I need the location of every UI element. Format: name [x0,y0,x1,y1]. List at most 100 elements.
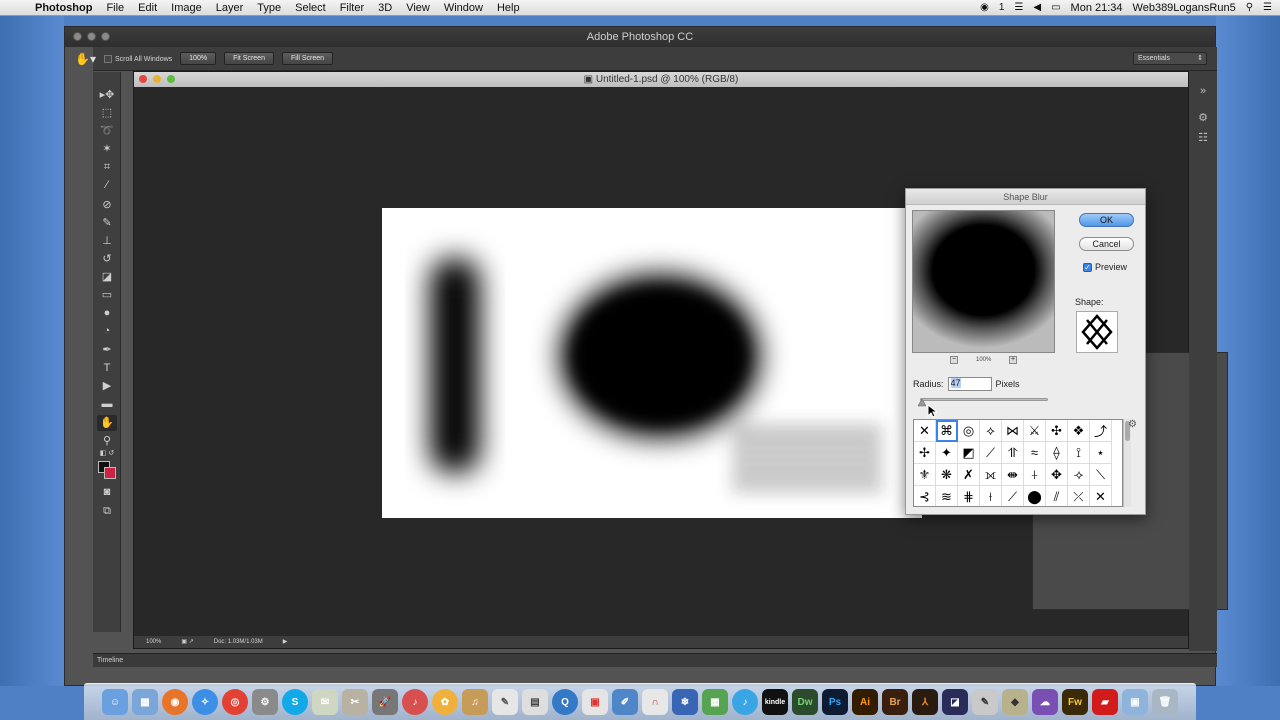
shape-option[interactable]: ⊰ [914,486,936,506]
ok-button[interactable]: OK [1079,213,1134,227]
dock-tools-icon[interactable]: ✂ [342,689,368,715]
dock-magnet-icon[interactable]: ∩ [642,689,668,715]
shape-option[interactable]: ⟢ [1068,464,1090,486]
battery-icon[interactable]: ▭ [1051,2,1060,13]
menu-image[interactable]: Image [164,2,209,14]
blur-tool-icon[interactable]: ● [97,305,117,321]
user-name[interactable]: Web389LogansRun5 [1133,2,1236,14]
menu-filter[interactable]: Filter [333,2,371,14]
dock-itunes-icon[interactable]: ♪ [402,689,428,715]
shape-option[interactable]: ✥ [1046,464,1068,486]
workspace-select[interactable]: Essentials ⇕ [1133,52,1207,65]
canvas[interactable] [382,208,922,518]
fit-screen-button[interactable]: Fit Screen [224,52,274,65]
dock-photos-icon[interactable]: ✿ [432,689,458,715]
timeline-panel[interactable]: Timeline [93,653,1217,667]
shape-option[interactable]: ≋ [936,486,958,506]
crop-tool-icon[interactable]: ⌗ [97,159,117,175]
window-minimize-button[interactable] [87,32,96,41]
shape-option[interactable]: ⋆ [1090,442,1112,464]
history-brush-tool-icon[interactable]: ↺ [97,251,117,267]
shape-option[interactable]: ✣ [1046,420,1068,442]
doc-close-button[interactable] [139,75,147,83]
rectangle-tool-icon[interactable]: ▬ [97,396,117,412]
preview-checkbox-row[interactable]: ✓ Preview [1083,262,1127,272]
dock-snowflake-icon[interactable]: ❄ [672,689,698,715]
dock-xcode-icon[interactable]: ✐ [612,689,638,715]
shape-option[interactable]: ⟊ [980,486,1002,506]
shape-option[interactable]: ⇼ [1002,464,1024,486]
eraser-tool-icon[interactable]: ◪ [97,269,117,285]
brush-tool-icon[interactable]: ✎ [97,215,117,231]
doc-zoom-button[interactable] [167,75,175,83]
shape-option[interactable]: ⟍ [1090,464,1112,486]
menu-app-name[interactable]: Photoshop [28,2,99,14]
quick-mask-icon[interactable]: ◙ [97,484,117,500]
volume-icon[interactable]: ◀ [1033,2,1041,13]
menu-3d[interactable]: 3D [371,2,399,14]
zoom-100-button[interactable]: 100% [180,52,217,65]
scroll-all-windows-checkbox[interactable]: Scroll All Windows [103,54,172,63]
dock-app-icon[interactable]: ✉ [312,689,338,715]
radius-input[interactable]: 47 [947,377,992,391]
dock-launchpad-icon[interactable]: 🚀 [372,689,398,715]
dock-system-preferences-icon[interactable]: ⚙ [252,689,278,715]
menu-help[interactable]: Help [490,2,527,14]
shape-option[interactable]: ✕ [914,420,936,442]
menu-layer[interactable]: Layer [209,2,251,14]
background-color-swatch[interactable] [104,467,116,479]
shape-option[interactable]: ⟟ [1068,442,1090,464]
marquee-tool-icon[interactable]: ⬚ [97,105,117,121]
spotlight-search-icon[interactable]: ⚲ [1246,2,1253,13]
dock-firefox-icon[interactable]: ◉ [162,689,188,715]
zoom-in-button[interactable]: + [1009,356,1017,364]
shape-option[interactable]: ✗ [958,464,980,486]
shape-option[interactable]: ⚔ [1024,420,1046,442]
shape-option[interactable]: ◩ [958,442,980,464]
shape-option[interactable]: ⋈ [1002,420,1024,442]
shape-option[interactable]: ❖ [1068,420,1090,442]
screen-mode-icon[interactable]: ⧉ [97,503,117,519]
script-menu-icon[interactable]: ☰ [1014,2,1023,13]
dock-document-icon[interactable]: ▤ [522,689,548,715]
path-selection-tool-icon[interactable]: ▶ [97,378,117,394]
dock-flash-icon[interactable]: ▰ [1092,689,1118,715]
menu-select[interactable]: Select [288,2,333,14]
menu-window[interactable]: Window [437,2,490,14]
lasso-tool-icon[interactable]: ➰ [97,123,117,139]
shape-option[interactable]: ⬤ [1024,486,1046,506]
shape-option[interactable]: ✕ [1090,486,1112,506]
dock-quicktime-icon[interactable]: Q [552,689,578,715]
notification-icon[interactable]: ◉ [980,2,989,13]
zoom-out-button[interactable]: − [950,356,958,364]
dock-finder-icon[interactable]: ☺ [102,689,128,715]
dock-illustrator-icon[interactable]: Ai [852,689,878,715]
shape-grid-scrollbar[interactable] [1123,419,1131,507]
dock-app-4-icon[interactable]: ✎ [972,689,998,715]
shape-option[interactable]: ✢ [914,442,936,464]
dock-preview-icon[interactable]: ▦ [132,689,158,715]
shape-option[interactable]: ⍭ [1024,464,1046,486]
radius-slider-thumb[interactable] [918,399,926,407]
shape-option[interactable]: ⟋ [1002,486,1024,506]
preview-checkbox[interactable]: ✓ [1083,262,1092,272]
dock-kindle-icon[interactable]: kindle [762,689,788,715]
dock-textedit-icon[interactable]: ✎ [492,689,518,715]
dock-app-3-icon[interactable]: ◪ [942,689,968,715]
shape-option[interactable]: ✦ [936,442,958,464]
shape-options-gear-icon[interactable]: ⚙ [1128,419,1137,430]
dock-app-2-icon[interactable]: ▣ [582,689,608,715]
menu-file[interactable]: File [99,2,131,14]
shape-option[interactable]: ⟋ [980,442,1002,464]
adjustments-panel-icon[interactable]: ⚙ [1195,111,1211,125]
window-close-button[interactable] [73,32,82,41]
shape-option[interactable]: ⫽ [1046,486,1068,506]
fill-screen-button[interactable]: Fill Screen [281,52,334,65]
clone-stamp-tool-icon[interactable]: ⊥ [97,233,117,249]
cancel-button[interactable]: Cancel [1079,237,1134,251]
window-zoom-button[interactable] [101,32,110,41]
type-tool-icon[interactable]: T [97,360,117,376]
dock-itunes-2-icon[interactable]: ♪ [732,689,758,715]
status-icons[interactable]: ▣ ↗ [181,636,193,648]
swap-colors-icon[interactable]: ◧ ↺ [97,449,117,459]
